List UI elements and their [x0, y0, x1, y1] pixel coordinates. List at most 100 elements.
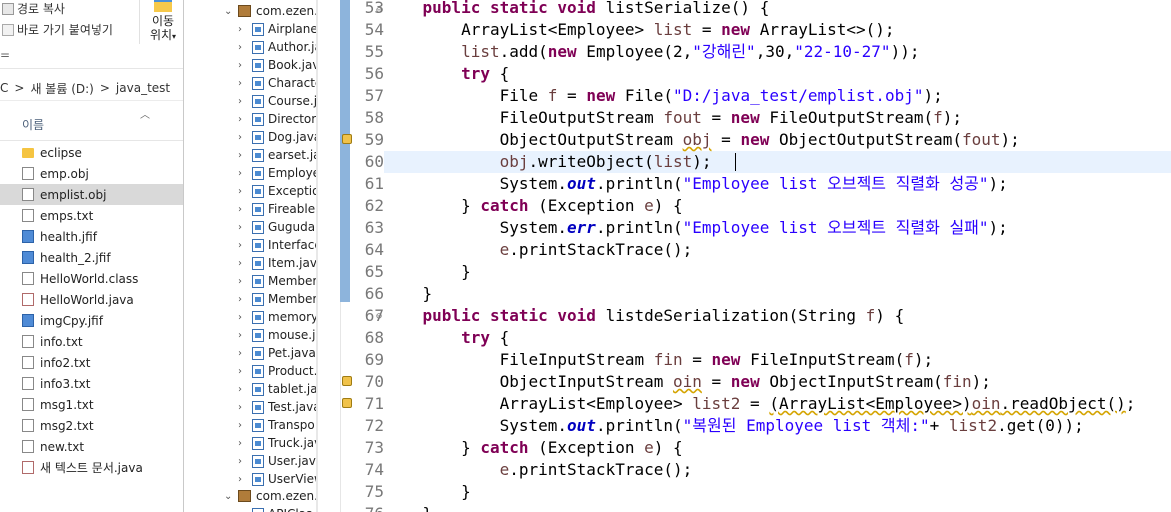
- warning-marker-icon[interactable]: [342, 134, 352, 144]
- collapse-chevron-icon[interactable]: ›: [238, 60, 248, 71]
- java-file-tree-item[interactable]: › UserView: [238, 470, 318, 488]
- java-file-tree-item[interactable]: › Employe: [238, 164, 318, 182]
- file-list-item[interactable]: msg2.txt: [0, 415, 183, 436]
- collapse-chevron-icon[interactable]: ›: [238, 474, 248, 485]
- package-tree-node[interactable]: ⌄ com.ezen.ja: [224, 2, 318, 20]
- collapse-chevron-icon[interactable]: ›: [238, 456, 248, 467]
- warning-marker-icon[interactable]: [342, 376, 352, 386]
- file-name: HelloWorld.java: [40, 292, 134, 307]
- collapse-chevron-icon[interactable]: ›: [238, 312, 248, 323]
- expand-chevron-icon[interactable]: ⌄: [224, 6, 234, 17]
- address-bar[interactable]: C > 새 볼륨 (D:) > java_test: [0, 76, 183, 101]
- java-file-tree-item[interactable]: › Transpo: [238, 416, 315, 434]
- warning-marker-icon[interactable]: [342, 398, 352, 408]
- java-file-tree-item[interactable]: › memory: [238, 308, 318, 326]
- collapse-chevron-icon[interactable]: ›: [238, 258, 248, 269]
- copy-path-button[interactable]: 경로 복사: [2, 0, 65, 17]
- java-file-tree-item[interactable]: › Book.java: [238, 56, 318, 74]
- java-file-tree-item[interactable]: › Interface: [238, 236, 318, 254]
- java-file-tree-item[interactable]: › tablet.jav: [238, 380, 318, 398]
- file-list-item[interactable]: HelloWorld.java: [0, 289, 183, 310]
- collapse-chevron-icon[interactable]: ›: [238, 114, 248, 125]
- collapse-chevron-icon[interactable]: ›: [238, 168, 248, 179]
- code-editor[interactable]: 53 54 55 56 57 58 59 60 61 62 63 64 65 66 67 68 69 70 71 72…: [318, 0, 1171, 512]
- collapse-chevron-icon[interactable]: ›: [238, 42, 248, 53]
- collapse-chevron-icon[interactable]: ›: [238, 186, 248, 197]
- java-file-tree-item[interactable]: › Guguda: [238, 218, 315, 236]
- java-file-tree-item[interactable]: › User.java: [238, 452, 318, 470]
- java-file-tree-item[interactable]: › Truck.jav: [238, 434, 318, 452]
- line-number: 69: [364, 350, 384, 369]
- java-file-tree-item[interactable]: › Member: [238, 290, 317, 308]
- java-file-tree-item[interactable]: › Pet.java: [238, 344, 316, 362]
- tree-item-label: Interface: [268, 238, 318, 252]
- file-list-item[interactable]: health_2.jfif: [0, 247, 183, 268]
- java-file-tree-item[interactable]: › Author.ja: [238, 38, 318, 56]
- file-list-item[interactable]: emp.obj: [0, 163, 183, 184]
- collapse-chevron-icon[interactable]: ›: [238, 96, 248, 107]
- java-file-tree-item[interactable]: › Characte: [238, 74, 318, 92]
- expand-chevron-icon[interactable]: ⌄: [224, 491, 234, 502]
- collapse-chevron-icon[interactable]: ›: [238, 420, 248, 431]
- collapse-chevron-icon[interactable]: ›: [238, 24, 248, 35]
- collapse-chevron-icon[interactable]: ›: [238, 330, 248, 341]
- file-list-item[interactable]: eclipse: [0, 142, 183, 163]
- java-file-tree-item[interactable]: › Test.java: [238, 398, 318, 416]
- file-list-item[interactable]: imgCpy.jfif: [0, 310, 183, 331]
- code-line: }: [384, 262, 471, 281]
- package-tree-node[interactable]: ⌄ com.ezen.ja: [224, 487, 318, 505]
- collapse-chevron-icon[interactable]: ›: [238, 240, 248, 251]
- line-number: 72: [364, 416, 384, 435]
- collapse-chevron-icon[interactable]: ›: [238, 384, 248, 395]
- java-file-tree-item[interactable]: › Fireable.j: [238, 200, 318, 218]
- name-column-header[interactable]: ︿ 이름: [0, 106, 183, 141]
- tree-item-label: com.ezen.ja: [256, 4, 318, 18]
- java-file-tree-item[interactable]: › APIClas: [238, 505, 312, 512]
- tree-item-label: mouse.ja: [268, 328, 318, 342]
- java-file-tree-item[interactable]: › earset.jav: [238, 146, 318, 164]
- breadcrumb-folder[interactable]: java_test: [116, 81, 170, 95]
- java-file-tree-item[interactable]: › Product.: [238, 362, 317, 380]
- line-number: 62: [364, 196, 384, 215]
- file-list-item[interactable]: HelloWorld.class: [0, 268, 183, 289]
- file-list-item[interactable]: emps.txt: [0, 205, 183, 226]
- collapse-chevron-icon[interactable]: ›: [238, 509, 248, 512]
- code-line: System.out.println("Employee list 오브젝트 직…: [384, 174, 1008, 193]
- java-file-tree-item[interactable]: › Item.java: [238, 254, 318, 272]
- java-class-icon: [252, 148, 264, 162]
- java-file-tree-item[interactable]: › Course.ja: [238, 92, 318, 110]
- paste-shortcut-button[interactable]: 바로 가기 붙여넣기: [2, 21, 113, 38]
- java-file-tree-item[interactable]: › mouse.ja: [238, 326, 318, 344]
- java-file-tree-item[interactable]: › Dog.java: [238, 128, 318, 146]
- java-file-tree-item[interactable]: › Airplane.: [238, 20, 318, 38]
- collapse-chevron-icon[interactable]: ›: [238, 204, 248, 215]
- file-list-item[interactable]: info.txt: [0, 331, 183, 352]
- java-file-tree-item[interactable]: › Exceptio: [238, 182, 318, 200]
- file-name: info3.txt: [40, 376, 91, 391]
- collapse-chevron-icon[interactable]: ›: [238, 132, 248, 143]
- file-list-item[interactable]: emplist.obj: [0, 184, 183, 205]
- collapse-chevron-icon[interactable]: ›: [238, 402, 248, 413]
- java-file-tree-item[interactable]: › Member: [238, 272, 317, 290]
- collapse-chevron-icon[interactable]: ›: [238, 150, 248, 161]
- code-line: }: [384, 482, 471, 501]
- java-file-tree-item[interactable]: › Director.: [238, 110, 318, 128]
- file-list-item[interactable]: msg1.txt: [0, 394, 183, 415]
- file-list-item[interactable]: health.jfif: [0, 226, 183, 247]
- move-to-button[interactable]: 이동 위치▾: [143, 0, 183, 44]
- collapse-chevron-icon[interactable]: ›: [238, 276, 248, 287]
- file-name: HelloWorld.class: [40, 271, 139, 286]
- file-list-item[interactable]: info2.txt: [0, 352, 183, 373]
- file-list-item[interactable]: new.txt: [0, 436, 183, 457]
- file-list-item[interactable]: 새 텍스트 문서.java: [0, 457, 183, 478]
- breadcrumb-drive[interactable]: 새 볼륨 (D:): [30, 80, 93, 97]
- collapse-chevron-icon[interactable]: ›: [238, 294, 248, 305]
- code-line: e.printStackTrace();: [499, 240, 693, 259]
- annotation-ruler: [318, 0, 341, 512]
- collapse-chevron-icon[interactable]: ›: [238, 78, 248, 89]
- file-list-item[interactable]: info3.txt: [0, 373, 183, 394]
- collapse-chevron-icon[interactable]: ›: [238, 222, 248, 233]
- collapse-chevron-icon[interactable]: ›: [238, 438, 248, 449]
- collapse-chevron-icon[interactable]: ›: [238, 348, 248, 359]
- collapse-chevron-icon[interactable]: ›: [238, 366, 248, 377]
